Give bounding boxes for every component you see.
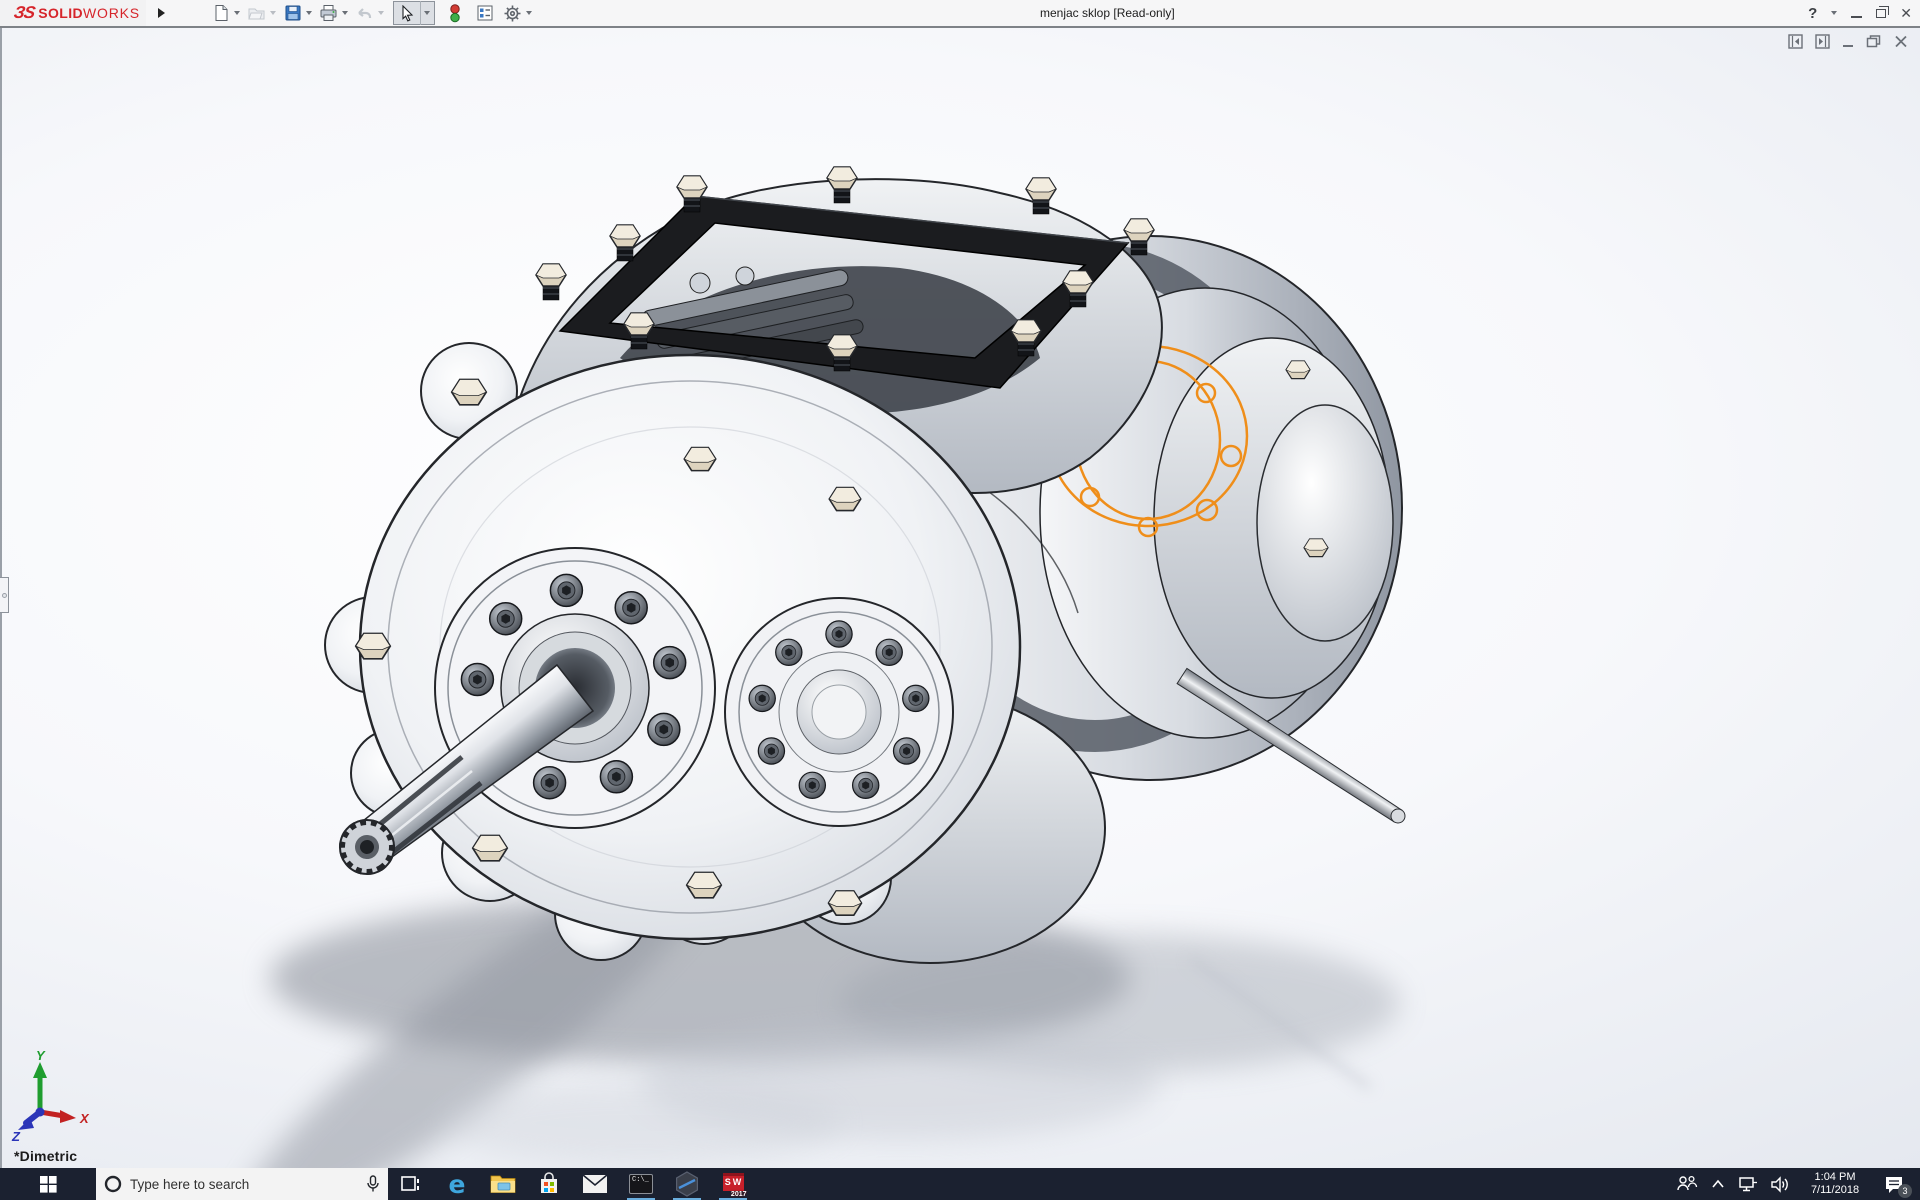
help-button[interactable]: ? [1808,5,1817,22]
print-icon [319,4,338,22]
network-button[interactable] [1732,1168,1764,1200]
taskbar-app-hexagon[interactable] [664,1168,710,1200]
taskbar-search-box[interactable] [96,1168,388,1200]
rebuild-button[interactable] [443,2,467,24]
taskbar-clock[interactable]: 1:04 PM 7/11/2018 [1796,1168,1874,1200]
graphics-area[interactable]: Y X Z *Dimetric [0,26,1920,1168]
close-button[interactable]: ✕ [1900,6,1912,20]
taskbar-empty-space [756,1168,1670,1200]
undo-icon [355,4,374,22]
people-button[interactable] [1670,1168,1704,1200]
taskbar-app-command-prompt[interactable]: C:\_ [618,1168,664,1200]
model-3d-view[interactable] [0,28,1920,1170]
taskbar-app-store[interactable] [526,1168,572,1200]
cortana-icon [104,1175,122,1193]
task-view-button[interactable] [388,1168,434,1200]
new-document-dropdown[interactable] [234,11,240,15]
triad-x-label: X [79,1111,90,1126]
bearing-flange-right[interactable] [725,598,953,826]
expand-panel-right-button[interactable] [1815,34,1830,49]
people-icon [1676,1175,1698,1193]
system-tray: 1:04 PM 7/11/2018 3 [1670,1168,1920,1200]
splitter-dot-icon [2,593,7,598]
featuremanager-collapsed-tab[interactable] [0,577,9,613]
action-center-button[interactable]: 3 [1874,1168,1914,1200]
hidden-icons-button[interactable] [1704,1168,1732,1200]
select-button[interactable] [394,5,420,22]
speaker-icon [1770,1176,1790,1193]
store-icon [537,1172,561,1196]
undo-dropdown[interactable] [378,11,384,15]
options-button[interactable] [501,2,525,24]
notification-count-badge: 3 [1898,1184,1912,1198]
document-window-controls [1788,34,1908,49]
orientation-triad: Y X Z [6,1050,106,1142]
open-dropdown[interactable] [270,11,276,15]
clock-time: 1:04 PM [1811,1171,1859,1184]
network-icon [1738,1176,1758,1193]
task-view-icon [401,1175,421,1193]
window-title: menjac sklop [Read-only] [1040,0,1175,26]
taskbar-app-file-explorer[interactable] [480,1168,526,1200]
chevron-up-icon [1711,1179,1725,1189]
command-prompt-icon: C:\_ [629,1174,653,1194]
microphone-icon[interactable] [366,1175,380,1193]
file-properties-icon [476,4,494,22]
collapse-panel-left-button[interactable] [1788,34,1803,49]
hexagon-app-icon [674,1171,700,1197]
select-dropdown[interactable] [420,1,434,25]
logo-text-light: WORKS [83,5,140,21]
taskbar-app-edge[interactable]: e [434,1168,480,1200]
print-dropdown[interactable] [342,11,348,15]
logo-text-bold: SOLID [38,5,83,21]
print-button[interactable] [317,2,341,24]
options-dropdown[interactable] [526,11,532,15]
file-properties-button[interactable] [473,2,497,24]
undo-button[interactable] [353,2,377,24]
clock-date: 7/11/2018 [1811,1184,1859,1197]
minimize-button[interactable] [1851,16,1862,18]
logo-mark: ЗS [12,3,36,23]
taskbar-app-mail[interactable] [572,1168,618,1200]
rebuild-traffic-light-icon [448,4,462,23]
view-orientation-label: *Dimetric [14,1148,77,1164]
select-cursor-icon [399,5,415,22]
doc-restore-button[interactable] [1866,34,1882,49]
title-bar: ЗS SOLID WORKS [0,0,1920,26]
search-input[interactable] [130,1177,358,1192]
mail-icon [582,1174,608,1194]
new-document-button[interactable] [209,2,233,24]
menu-flyout-arrow-icon[interactable] [158,8,165,18]
save-icon [284,4,302,22]
solidworks-icon: SW 2017 [720,1171,747,1198]
new-document-icon [212,4,230,22]
open-button[interactable] [245,2,269,24]
open-icon [247,4,266,22]
triad-z-label: Z [11,1129,21,1142]
edge-icon: e [449,1172,466,1197]
select-tool-group [393,1,435,25]
start-button[interactable] [0,1168,96,1200]
restore-button[interactable] [1876,9,1886,18]
save-dropdown[interactable] [306,11,312,15]
taskbar: e C:\_ [0,1168,1920,1200]
triad-y-label: Y [36,1050,46,1063]
windows-logo-icon [40,1176,57,1193]
window-controls: ? ✕ [1808,0,1912,26]
volume-button[interactable] [1764,1168,1796,1200]
taskbar-app-solidworks[interactable]: SW 2017 [710,1168,756,1200]
quick-access-toolbar [209,1,537,25]
doc-minimize-button[interactable] [1842,34,1854,49]
save-button[interactable] [281,2,305,24]
help-dropdown[interactable] [1831,11,1837,15]
gear-icon [503,4,522,23]
doc-close-button[interactable] [1894,34,1908,49]
solidworks-logo: ЗS SOLID WORKS [0,0,146,26]
file-explorer-icon [490,1173,516,1195]
